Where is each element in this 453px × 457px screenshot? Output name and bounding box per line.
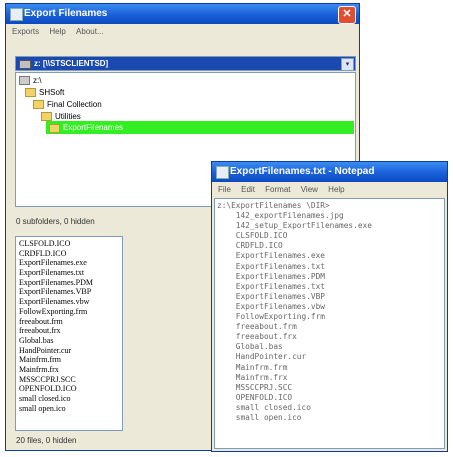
folder-open-icon — [49, 124, 60, 134]
folder-status: 0 subfolders, 0 hidden — [16, 217, 95, 226]
list-item[interactable]: ExportFilenames.exe — [16, 258, 122, 268]
menu-edit[interactable]: Edit — [241, 185, 255, 194]
notepad-title: ExportFilenames.txt - Notepad — [230, 166, 375, 177]
list-item[interactable]: Mainfrm.frx — [16, 365, 122, 375]
file-status: 20 files, 0 hidden — [16, 436, 77, 445]
menu-format[interactable]: Format — [265, 185, 290, 194]
text-line: freeabout.frm — [217, 322, 297, 332]
menu-file[interactable]: File — [218, 185, 231, 194]
list-item[interactable]: CRDFLD.ICO — [16, 249, 122, 259]
drive-label: z: [\\STSCLIENTSD] — [34, 59, 109, 68]
menu-exports[interactable]: Exports — [12, 27, 39, 36]
text-line: ExportFilenames.vbw — [217, 301, 325, 311]
menu-help[interactable]: Help — [49, 27, 65, 36]
text-line: ExportFilenames.txt — [217, 281, 325, 291]
text-line: freeabout.frx — [217, 332, 297, 342]
list-item[interactable]: OPENFOLD.ICO — [16, 384, 122, 394]
text-line: ExportFilenames.exe — [217, 251, 325, 261]
text-line: ExportFilenames.VBP — [217, 291, 325, 301]
menu-view[interactable]: View — [301, 185, 318, 194]
notepad-text-area[interactable]: z:\ExportFilenames \DIR> 142_exportFilen… — [214, 198, 445, 449]
text-line: 142_setup_ExportFilenames.exe — [217, 221, 372, 231]
close-icon[interactable]: ✕ — [338, 6, 356, 24]
list-item[interactable]: small open.ico — [16, 404, 122, 414]
app-icon — [10, 8, 23, 21]
list-item[interactable]: freeabout.frm — [16, 317, 122, 327]
text-line: CRDFLD.ICO — [217, 241, 283, 251]
tree-item-final-collection[interactable]: Final Collection — [33, 99, 102, 110]
text-line: OPENFOLD.ICO — [217, 392, 293, 402]
notepad-title-bar[interactable]: ExportFilenames.txt - Notepad — [212, 162, 447, 182]
tree-item-root[interactable]: z:\ — [19, 75, 41, 86]
list-item[interactable]: FollowExporting.frm — [16, 307, 122, 317]
main-menubar: Exports Help About... — [6, 25, 359, 38]
text-line: 142_exportFilenames.jpg — [217, 211, 344, 221]
list-item[interactable]: ExportFilenames.PDM — [16, 278, 122, 288]
drive-icon — [19, 60, 31, 69]
chevron-down-icon[interactable]: ▾ — [341, 58, 354, 71]
list-item[interactable]: ExportFilenames.VBP — [16, 287, 122, 297]
list-item[interactable]: freeabout.frx — [16, 326, 122, 336]
text-line: z:\ExportFilenames \DIR> — [217, 201, 330, 210]
text-line: ExportFilenames.txt — [217, 261, 325, 271]
tree-item-shsoft[interactable]: SHSoft — [25, 87, 64, 98]
menu-help[interactable]: Help — [328, 185, 344, 194]
list-item[interactable]: small closed.ico — [16, 394, 122, 404]
text-line: small closed.ico — [217, 402, 311, 412]
notepad-window: ExportFilenames.txt - Notepad File Edit … — [211, 161, 448, 452]
main-title: Export Filenames — [24, 8, 108, 19]
text-line: Mainfrm.frm — [217, 362, 288, 372]
tree-item-exportfilenames[interactable]: ExportFilenames — [46, 121, 354, 134]
list-item[interactable]: ExportFilenames.vbw — [16, 297, 122, 307]
list-item[interactable]: MSSCCPRJ.SCC — [16, 375, 122, 385]
file-list[interactable]: CLSFOLD.ICO CRDFLD.ICO ExportFilenames.e… — [15, 236, 123, 431]
list-item[interactable]: HandPointer.cur — [16, 346, 122, 356]
notepad-menubar: File Edit Format View Help — [212, 183, 447, 196]
text-line: MSSCCPRJ.SCC — [217, 382, 293, 392]
text-line: small open.ico — [217, 412, 302, 422]
text-line: CLSFOLD.ICO — [217, 231, 288, 241]
text-line: Global.bas — [217, 342, 283, 352]
menu-about[interactable]: About... — [76, 27, 104, 36]
list-item[interactable]: Mainfrm.frm — [16, 355, 122, 365]
text-line: FollowExporting.frm — [217, 312, 325, 322]
text-line: ExportFilenames.PDM — [217, 271, 325, 281]
folder-icon — [19, 76, 30, 86]
folder-icon — [33, 100, 44, 110]
main-title-bar[interactable]: Export Filenames ✕ — [6, 4, 359, 24]
folder-icon — [25, 88, 36, 98]
text-line: HandPointer.cur — [217, 352, 307, 362]
list-item[interactable]: CLSFOLD.ICO — [16, 239, 122, 249]
list-item[interactable]: Global.bas — [16, 336, 122, 346]
text-line: Mainfrm.frx — [217, 372, 288, 382]
list-item[interactable]: ExportFilenames.txt — [16, 268, 122, 278]
notepad-icon — [216, 166, 229, 179]
drive-select[interactable]: z: [\\STSCLIENTSD] ▾ — [15, 56, 356, 71]
